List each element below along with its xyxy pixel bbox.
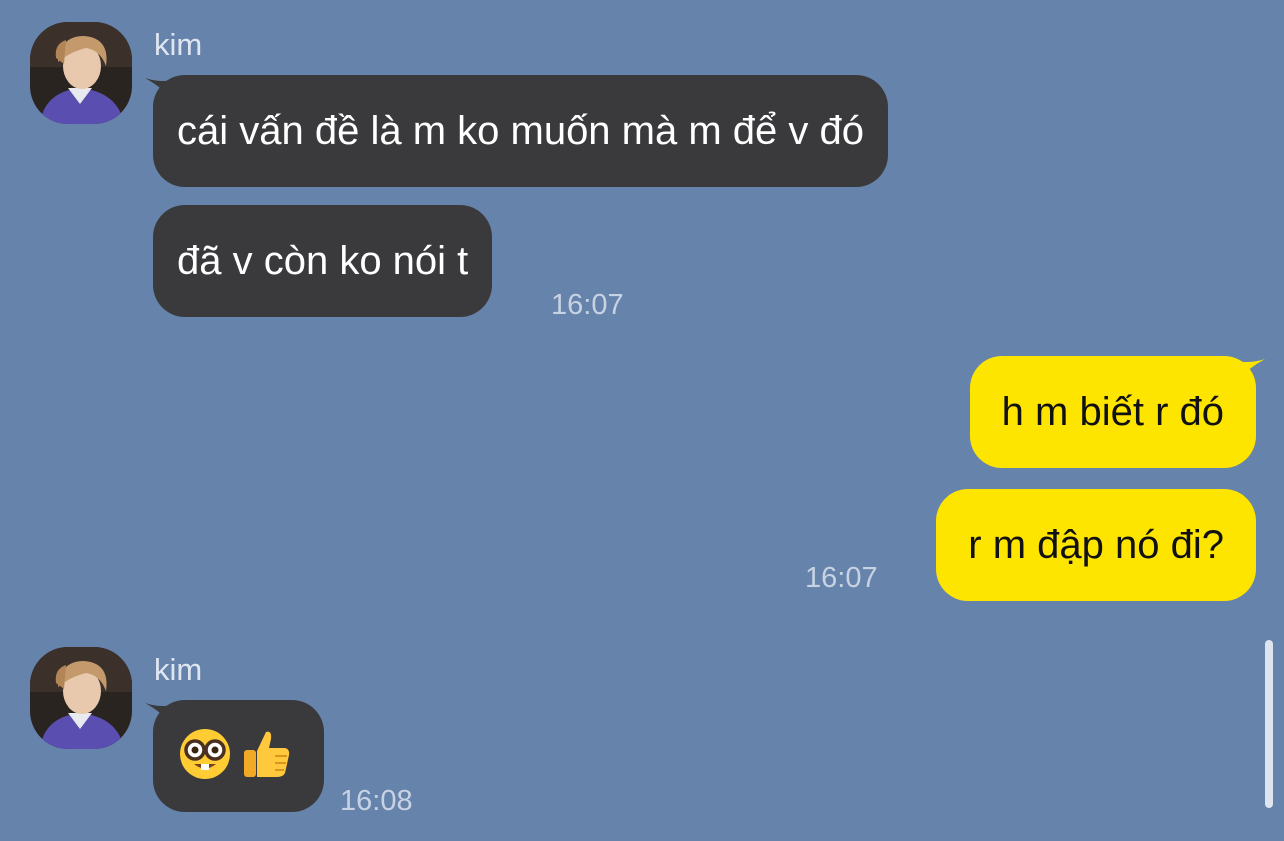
message-bubble[interactable]: r m đập nó đi? — [936, 489, 1256, 601]
sender-name: kim — [154, 652, 203, 687]
chat-view[interactable]: kim cái vấn đề là m ko muốn mà m để v đó… — [0, 0, 1284, 841]
message-timestamp: 16:07 — [551, 289, 624, 321]
message-text: đã v còn ko nói t — [177, 239, 469, 283]
message-timestamp: 16:08 — [340, 785, 413, 817]
nerd-face-icon — [180, 729, 230, 779]
scrollbar[interactable] — [1265, 640, 1273, 808]
profile-photo — [30, 22, 132, 124]
message-text: cái vấn đề là m ko muốn mà m để v đó — [177, 109, 864, 153]
message-bubble[interactable]: h m biết r đó — [969, 356, 1256, 468]
message-bubble[interactable]: cái vấn đề là m ko muốn mà m để v đó — [153, 75, 888, 187]
avatar[interactable] — [30, 647, 132, 749]
message-timestamp: 16:07 — [805, 562, 878, 594]
message-bubble[interactable]: đã v còn ko nói t — [153, 205, 493, 317]
avatar[interactable] — [30, 22, 132, 124]
message-text: h m biết r đó — [1001, 390, 1224, 434]
sender-name: kim — [154, 27, 203, 62]
message-bubble[interactable] — [153, 700, 324, 812]
message-text: r m đập nó đi? — [968, 523, 1224, 567]
profile-photo — [30, 647, 132, 749]
thumbs-up-icon — [244, 731, 290, 777]
